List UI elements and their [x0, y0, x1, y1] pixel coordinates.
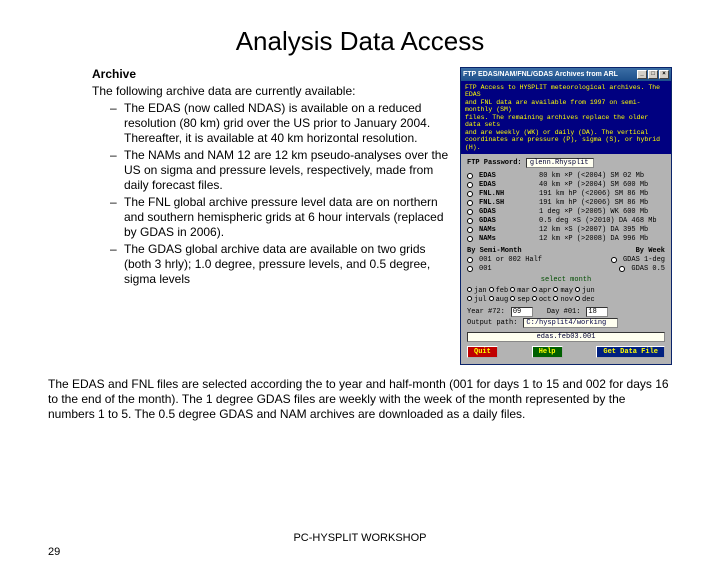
radio-icon[interactable]: [619, 266, 625, 272]
opt-label: GDAS 0.5: [631, 265, 665, 273]
month: mar: [517, 287, 530, 295]
radio-icon[interactable]: [575, 296, 580, 301]
window-title: FTP EDAS/NAM/FNL/GDAS Archives from ARL: [463, 71, 637, 78]
opt-label: 001: [479, 265, 492, 273]
quit-button[interactable]: Quit: [467, 346, 498, 358]
month: oct: [539, 296, 552, 304]
dataset-desc: 80 km ×P (<2004) SM 02 Mb: [539, 172, 644, 180]
radio-icon[interactable]: [467, 173, 473, 179]
archive-heading: Archive: [92, 67, 452, 82]
dataset-desc: 1 deg ×P (>2005) WK 600 Mb: [539, 208, 648, 216]
day-label: Day #01:: [547, 308, 581, 316]
month: jul: [474, 296, 487, 304]
opt-label: GDAS 1-deg: [623, 256, 665, 264]
month-row: jul aug sep oct nov dec: [467, 296, 665, 304]
output-path-label: Output path:: [467, 319, 517, 327]
archive-intro: The following archive data are currently…: [92, 84, 452, 99]
select-month-label: select month: [467, 276, 665, 284]
radio-icon[interactable]: [489, 296, 494, 301]
radio-icon[interactable]: [611, 257, 617, 263]
dataset-name: EDAS: [479, 172, 533, 180]
radio-icon[interactable]: [467, 257, 473, 263]
window-titlebar[interactable]: FTP EDAS/NAM/FNL/GDAS Archives from ARL …: [461, 68, 671, 81]
dataset-desc: 12 km ×P (>2008) DA 996 Mb: [539, 235, 648, 243]
day-input[interactable]: 18: [586, 307, 608, 317]
month: aug: [496, 296, 509, 304]
dataset-name: GDAS: [479, 217, 533, 225]
year-label: Year #72:: [467, 308, 505, 316]
dataset-name: NAMs: [479, 235, 533, 243]
radio-icon[interactable]: [467, 191, 473, 197]
radio-icon[interactable]: [467, 266, 473, 272]
radio-icon[interactable]: [575, 287, 580, 292]
radio-icon[interactable]: [467, 200, 473, 206]
radio-icon[interactable]: [467, 227, 473, 233]
radio-icon[interactable]: [553, 296, 558, 301]
radio-icon[interactable]: [532, 287, 537, 292]
radio-icon[interactable]: [467, 296, 472, 301]
dataset-desc: 191 km hP (<2006) SM 86 Mb: [539, 199, 648, 207]
month-row: jan feb mar apr may jun: [467, 287, 665, 295]
month: jan: [474, 287, 487, 295]
archive-list: The EDAS (now called NDAS) is available …: [92, 101, 452, 287]
list-item: The GDAS global archive data are availab…: [110, 242, 452, 287]
dataset-desc: 12 km ×S (>2007) DA 395 Mb: [539, 226, 648, 234]
archive-text: Archive The following archive data are c…: [92, 67, 452, 365]
radio-icon[interactable]: [532, 296, 537, 301]
page-number: 29: [48, 546, 60, 558]
by-semimonth-label: By Semi-Month: [467, 247, 522, 255]
dataset-name: NAMs: [479, 226, 533, 234]
maximize-icon[interactable]: □: [648, 70, 658, 79]
opt-label: 001 or 002 Half: [479, 256, 542, 264]
dataset-name: FNL.SH: [479, 199, 533, 207]
password-input[interactable]: glenn.Rhysplit: [526, 158, 594, 168]
section-head: By Semi-Month By Week: [467, 247, 665, 255]
form-panel: FTP Password: glenn.Rhysplit EDAS 80 km ×…: [461, 154, 671, 364]
password-label: FTP Password:: [467, 159, 522, 167]
month: apr: [539, 287, 552, 295]
month: may: [560, 287, 573, 295]
list-item: The NAMs and NAM 12 are 12 km pseudo-ana…: [110, 148, 452, 193]
dataset-desc: 40 km ×P (>2004) SM 600 Mb: [539, 181, 648, 189]
month: dec: [582, 296, 595, 304]
dataset-name: EDAS: [479, 181, 533, 189]
password-row: FTP Password: glenn.Rhysplit: [467, 158, 665, 168]
close-icon[interactable]: ×: [659, 70, 669, 79]
output-path-input[interactable]: C:/hysplit4/working: [523, 318, 618, 328]
by-week-label: By Week: [636, 247, 665, 255]
list-item: The EDAS (now called NDAS) is available …: [110, 101, 452, 146]
radio-icon[interactable]: [553, 287, 558, 292]
dataset-name: FNL.NH: [479, 190, 533, 198]
radio-icon[interactable]: [489, 287, 494, 292]
month: nov: [560, 296, 573, 304]
radio-icon[interactable]: [510, 296, 515, 301]
terminal-banner: FTP Access to HYSPLIT meteorological arc…: [461, 81, 671, 154]
month: jun: [582, 287, 595, 295]
radio-icon[interactable]: [467, 218, 473, 224]
page-title: Analysis Data Access: [0, 26, 720, 57]
year-input[interactable]: 09: [511, 307, 533, 317]
minimize-icon[interactable]: _: [637, 70, 647, 79]
radio-icon[interactable]: [467, 287, 472, 292]
radio-icon[interactable]: [467, 182, 473, 188]
month: sep: [517, 296, 530, 304]
radio-icon[interactable]: [467, 236, 473, 242]
radio-icon[interactable]: [467, 209, 473, 215]
dataset-name: GDAS: [479, 208, 533, 216]
content-row: Archive The following archive data are c…: [0, 67, 720, 365]
month: feb: [496, 287, 509, 295]
list-item: The FNL global archive pressure level da…: [110, 195, 452, 240]
button-row: Quit Help Get Data File: [467, 346, 665, 358]
radio-icon[interactable]: [510, 287, 515, 292]
bottom-paragraph: The EDAS and FNL files are selected acco…: [0, 365, 720, 422]
help-button[interactable]: Help: [532, 346, 563, 358]
dataset-desc: 0.5 deg ×S (>2010) DA 468 Mb: [539, 217, 657, 225]
filename-display: edas.feb03.001: [467, 332, 665, 342]
get-data-button[interactable]: Get Data File: [596, 346, 665, 358]
dataset-desc: 191 km hP (<2006) SM 86 Mb: [539, 190, 648, 198]
ftp-window: FTP EDAS/NAM/FNL/GDAS Archives from ARL …: [460, 67, 672, 365]
footer-workshop: PC-HYSPLIT WORKSHOP: [0, 532, 720, 544]
